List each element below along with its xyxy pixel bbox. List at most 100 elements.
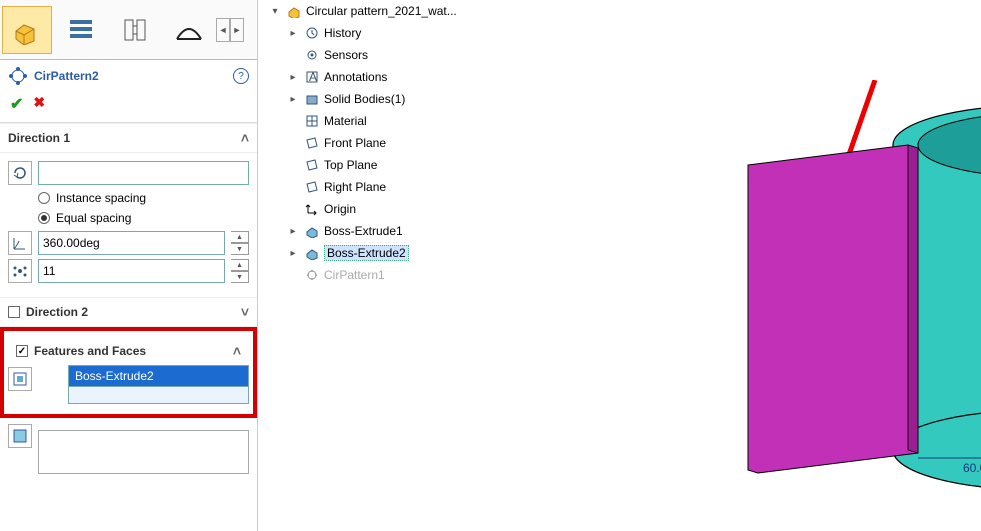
history-icon: [304, 25, 320, 41]
features-to-pattern-icon: [8, 367, 32, 391]
dimxpert-icon: [174, 17, 204, 43]
features-to-pattern-list[interactable]: Boss-Extrude2: [68, 365, 249, 404]
ok-cancel-bar: ✔ ✖: [0, 92, 257, 123]
tree-root-label: Circular pattern_2021_wat...: [306, 4, 457, 18]
tree-item[interactable]: Top Plane: [268, 154, 488, 176]
graphics-area[interactable]: ▾ Circular pattern_2021_wat... ▸ History S…: [258, 0, 981, 531]
faces-to-pattern-list[interactable]: [38, 430, 249, 474]
tree-item[interactable]: ▸AAnnotations: [268, 66, 488, 88]
pattern-icon: [304, 267, 320, 283]
pattern-axis-input[interactable]: [38, 161, 249, 185]
tree-item[interactable]: Material: [268, 110, 488, 132]
feature-header: CirPattern2 ?: [0, 60, 257, 92]
feature-item-blank[interactable]: [69, 387, 248, 403]
isometric-part-icon: [12, 15, 42, 45]
tab-scroll-right[interactable]: ►: [230, 18, 244, 42]
tree-item-label: Material: [324, 114, 367, 128]
tree-root[interactable]: ▾ Circular pattern_2021_wat...: [268, 0, 488, 22]
tree-item[interactable]: ▸ Boss-Extrude1: [268, 220, 488, 242]
direction1-header[interactable]: Direction 1 ˄: [0, 123, 257, 153]
extrude-icon: [304, 245, 320, 261]
collapse-icon[interactable]: ▾: [268, 6, 282, 17]
svg-text:60.00: 60.00: [963, 461, 981, 475]
panel-tabbar: ◄ ►: [0, 0, 257, 60]
property-panel: ◄ ► CirPattern2 ? ✔ ✖ Direction 1 ˄: [0, 0, 258, 531]
reverse-icon: [12, 165, 28, 181]
features-faces-callout: ✓ Features and Faces ˄ Boss-Extrude2: [0, 327, 257, 418]
tree-item[interactable]: ▸ Boss-Extrude2: [268, 242, 488, 264]
cancel-button[interactable]: ✖: [33, 94, 45, 114]
expand-icon[interactable]: ▸: [286, 94, 300, 105]
tree-item[interactable]: ▸ Solid Bodies(1): [268, 88, 488, 110]
feature-item-boss-extrude2[interactable]: Boss-Extrude2: [69, 366, 248, 387]
extrude-icon: [304, 223, 320, 239]
faces-to-pattern-icon: [8, 424, 32, 448]
face-icon: [12, 428, 28, 444]
tree-item-label: Solid Bodies(1): [324, 92, 405, 106]
instances-input[interactable]: [38, 259, 225, 283]
tab-property-manager[interactable]: [56, 6, 106, 54]
help-button[interactable]: ?: [233, 68, 249, 84]
solidbodies-icon: [304, 91, 320, 107]
feature-name: CirPattern2: [34, 69, 99, 83]
chevron-up-icon: ˄: [233, 343, 241, 359]
faces-to-pattern-row: [0, 418, 257, 474]
direction2-checkbox[interactable]: [8, 306, 20, 318]
reverse-direction-button[interactable]: [8, 161, 32, 185]
tree-item-label: Origin: [324, 202, 356, 216]
tree-item-label: Top Plane: [324, 158, 377, 172]
tree-item[interactable]: ▸ History: [268, 22, 488, 44]
tree-item[interactable]: CirPattern1: [268, 264, 488, 286]
tree-item[interactable]: Front Plane: [268, 132, 488, 154]
tree-item[interactable]: Origin: [268, 198, 488, 220]
features-faces-checkbox[interactable]: ✓: [16, 345, 28, 357]
radio-icon: [38, 212, 50, 224]
material-icon: [304, 113, 320, 129]
expand-icon[interactable]: ▸: [286, 28, 300, 39]
angle-icon: [12, 235, 28, 251]
tree-item-label: Right Plane: [324, 180, 386, 194]
tree-item-label: History: [324, 26, 361, 40]
tree-item[interactable]: Right Plane: [268, 176, 488, 198]
flyout-feature-tree: ▾ Circular pattern_2021_wat... ▸ History S…: [268, 0, 488, 286]
instances-icon: [12, 263, 28, 279]
angle-spinner[interactable]: ▲▼: [231, 231, 249, 255]
instance-spacing-label: Instance spacing: [56, 191, 146, 205]
features-faces-header[interactable]: ✓ Features and Faces ˄: [8, 337, 249, 365]
instances-spinner[interactable]: ▲▼: [231, 259, 249, 283]
direction1-body: Instance spacing Equal spacing ▲▼ ▲▼: [0, 153, 257, 297]
tree-item[interactable]: Sensors: [268, 44, 488, 66]
angle-icon-box: [8, 231, 32, 255]
ok-button[interactable]: ✔: [10, 94, 23, 114]
angle-input[interactable]: [38, 231, 225, 255]
tree-item-label: Sensors: [324, 48, 368, 62]
tree-item-label: Front Plane: [324, 136, 386, 150]
equal-spacing-option[interactable]: Equal spacing: [38, 211, 249, 225]
tab-feature-manager[interactable]: [2, 6, 52, 54]
features-to-pattern-row: Boss-Extrude2: [8, 365, 249, 404]
list-icon: [68, 17, 94, 43]
chevron-up-icon: ˄: [241, 130, 249, 146]
chevron-down-icon: ˅: [241, 304, 249, 320]
direction2-header[interactable]: Direction 2 ˅: [0, 297, 257, 327]
plane-icon: [304, 179, 320, 195]
instances-icon-box: [8, 259, 32, 283]
tree-item-label: CirPattern1: [324, 268, 385, 282]
tab-scroll-left[interactable]: ◄: [216, 18, 230, 42]
part-icon: [286, 3, 302, 19]
instance-spacing-option[interactable]: Instance spacing: [38, 191, 249, 205]
tree-item-label: Annotations: [324, 70, 387, 84]
plane-icon: [304, 157, 320, 173]
tree-item-label: Boss-Extrude2: [324, 245, 409, 261]
config-icon: [122, 17, 148, 43]
equal-spacing-label: Equal spacing: [56, 211, 131, 225]
tab-configuration-manager[interactable]: [110, 6, 160, 54]
plane-icon: [304, 135, 320, 151]
expand-icon[interactable]: ▸: [286, 72, 300, 83]
tree-item-label: Boss-Extrude1: [324, 224, 403, 238]
expand-icon[interactable]: ▸: [286, 248, 300, 259]
tab-dimxpert[interactable]: [164, 6, 214, 54]
features-faces-title: Features and Faces: [34, 344, 146, 358]
expand-icon[interactable]: ▸: [286, 226, 300, 237]
direction1-title: Direction 1: [8, 131, 70, 145]
